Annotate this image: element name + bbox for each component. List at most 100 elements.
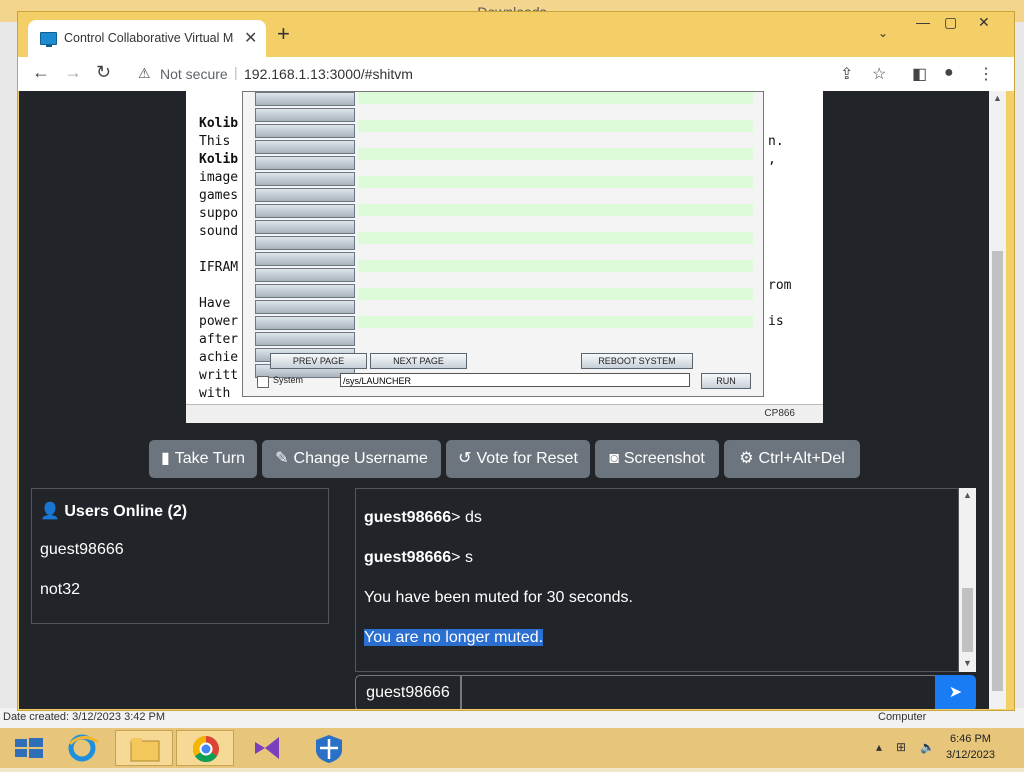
app-row [358, 204, 753, 216]
user-list-item[interactable]: not32 [40, 581, 80, 599]
take-turn-button[interactable]: ▮ Take Turn [149, 440, 257, 478]
chat-scroll-thumb[interactable] [962, 588, 973, 652]
minimize-icon[interactable]: — [916, 14, 930, 30]
app-list-item[interactable] [255, 140, 355, 154]
address-bar[interactable]: ⚠ Not secure | 192.168.1.13:3000/#shitvm [128, 60, 898, 88]
scroll-up-icon[interactable]: ▲ [993, 93, 1002, 103]
reboot-system-button[interactable]: REBOOT SYSTEM [581, 353, 693, 369]
send-button[interactable]: ➤ [935, 675, 976, 709]
vm-text-line [199, 241, 238, 259]
bookmark-star-icon[interactable]: ☆ [872, 64, 886, 84]
vm-text-line: n. [768, 134, 784, 149]
page-scroll-thumb[interactable] [992, 251, 1003, 691]
vm-text-line: IFRAM [199, 260, 239, 275]
visual-studio-taskbar-icon[interactable] [238, 730, 296, 766]
vm-text-line: image [199, 170, 239, 185]
network-icon[interactable]: ⊞ [896, 740, 906, 754]
new-tab-button[interactable]: + [277, 23, 290, 45]
menu-kebab-icon[interactable]: ⋮ [978, 64, 994, 84]
app-list-item[interactable] [255, 92, 355, 106]
vm-text-line: Have [199, 296, 239, 311]
chrome-taskbar-icon[interactable] [176, 730, 234, 766]
monitor-icon [40, 32, 57, 47]
chat-username: guest98666 [364, 509, 452, 526]
maximize-icon[interactable]: ▢ [944, 14, 957, 31]
defender-taskbar-icon[interactable] [300, 730, 358, 766]
page-scrollbar[interactable]: ▲ [989, 91, 1006, 709]
forward-arrow-icon[interactable]: → [64, 62, 82, 83]
prev-page-button[interactable]: PREV PAGE [270, 353, 367, 369]
app-list-item[interactable] [255, 332, 355, 346]
paper-plane-icon: ➤ [948, 684, 963, 701]
vm-status-bar: CP866 [186, 404, 823, 423]
app-list-item[interactable] [255, 156, 355, 170]
taskbar: ▴ ⊞ 🔈 6:46 PM 3/12/2023 [0, 728, 1024, 768]
app-list-item[interactable] [255, 284, 355, 298]
app-row [358, 134, 753, 146]
app-row [358, 120, 753, 132]
app-list-item[interactable] [255, 124, 355, 138]
url-text: 192.168.1.13:3000/#shitvm [244, 66, 413, 82]
close-tab-icon[interactable]: ✕ [244, 28, 257, 48]
screenshot-button[interactable]: ◙ Screenshot [595, 440, 719, 478]
app-list-item[interactable] [255, 172, 355, 186]
volume-icon[interactable]: 🔈 [920, 740, 935, 754]
app-list[interactable] [255, 92, 355, 378]
reload-icon[interactable]: ↻ [96, 62, 111, 83]
chat-input-row: guest98666 ➤ [355, 675, 976, 709]
taskbar-clock[interactable]: 6:46 PM 3/12/2023 [946, 731, 995, 763]
user-list-item[interactable]: guest98666 [40, 541, 124, 559]
screenshot-label: Screenshot [623, 450, 705, 467]
mouse-icon: ▮ [160, 450, 170, 467]
share-icon[interactable]: ⇪ [840, 64, 853, 84]
chat-text: You have been muted for 30 seconds. [364, 589, 633, 606]
app-list-item[interactable] [255, 268, 355, 282]
path-input[interactable]: /sys/LAUNCHER [340, 373, 690, 387]
explorer-taskbar-icon[interactable] [115, 730, 173, 766]
app-list-item[interactable] [255, 316, 355, 330]
user-edit-icon: ✎ [275, 450, 289, 467]
app-list-item[interactable] [255, 220, 355, 234]
app-list-item[interactable] [255, 236, 355, 250]
chat-message: guest98666> s [364, 549, 473, 567]
app-list-item[interactable] [255, 204, 355, 218]
app-list-item[interactable] [255, 300, 355, 314]
vm-text-line: writt [199, 368, 239, 383]
browser-window: Control Collaborative Virtual Ma ✕ + ⌄ —… [17, 11, 1015, 711]
vm-text-line: achie [199, 350, 239, 365]
change-username-button[interactable]: ✎ Change Username [262, 440, 441, 478]
app-row [358, 190, 753, 202]
app-row [358, 232, 753, 244]
vm-screen[interactable]: Kolib This Kolib image games suppo sound IFRA… [186, 91, 823, 423]
system-checkbox[interactable] [257, 376, 269, 388]
next-page-button[interactable]: NEXT PAGE [370, 353, 467, 369]
chat-input[interactable] [461, 675, 936, 709]
profile-icon[interactable]: ● [944, 64, 954, 82]
app-row [358, 316, 753, 328]
explorer-status-right: Computer [878, 711, 927, 723]
app-list-item[interactable] [255, 252, 355, 266]
folder-icon [130, 738, 160, 762]
side-panel-icon[interactable]: ◧ [912, 64, 927, 84]
app-list-item[interactable] [255, 188, 355, 202]
run-button[interactable]: RUN [701, 373, 751, 389]
start-button[interactable] [0, 730, 58, 766]
browser-tab[interactable]: Control Collaborative Virtual Ma ✕ [28, 20, 266, 57]
ie-taskbar-icon[interactable] [60, 730, 118, 766]
scroll-up-icon[interactable]: ▲ [963, 490, 972, 500]
app-list-item[interactable] [255, 108, 355, 122]
ctrl-alt-del-button[interactable]: ⚙ Ctrl+Alt+Del [724, 440, 860, 478]
chat-scrollbar[interactable]: ▲ ▼ [959, 488, 976, 672]
tray-arrow-icon[interactable]: ▴ [876, 740, 882, 754]
chat-text: > s [451, 549, 473, 566]
vm-text-line: , [768, 152, 776, 167]
scroll-down-icon[interactable]: ▼ [963, 658, 972, 668]
launcher-dialog: PREV PAGE NEXT PAGE REBOOT SYSTEM System… [242, 91, 764, 397]
internet-explorer-icon [68, 734, 99, 762]
vm-text-line: Kolib [199, 116, 239, 131]
users-online-title: Users Online (2) [64, 503, 188, 520]
close-window-icon[interactable]: ✕ [978, 14, 990, 31]
tab-search-icon[interactable]: ⌄ [878, 26, 888, 40]
back-arrow-icon[interactable]: ← [32, 62, 50, 83]
vote-reset-button[interactable]: ↺ Vote for Reset [446, 440, 590, 478]
